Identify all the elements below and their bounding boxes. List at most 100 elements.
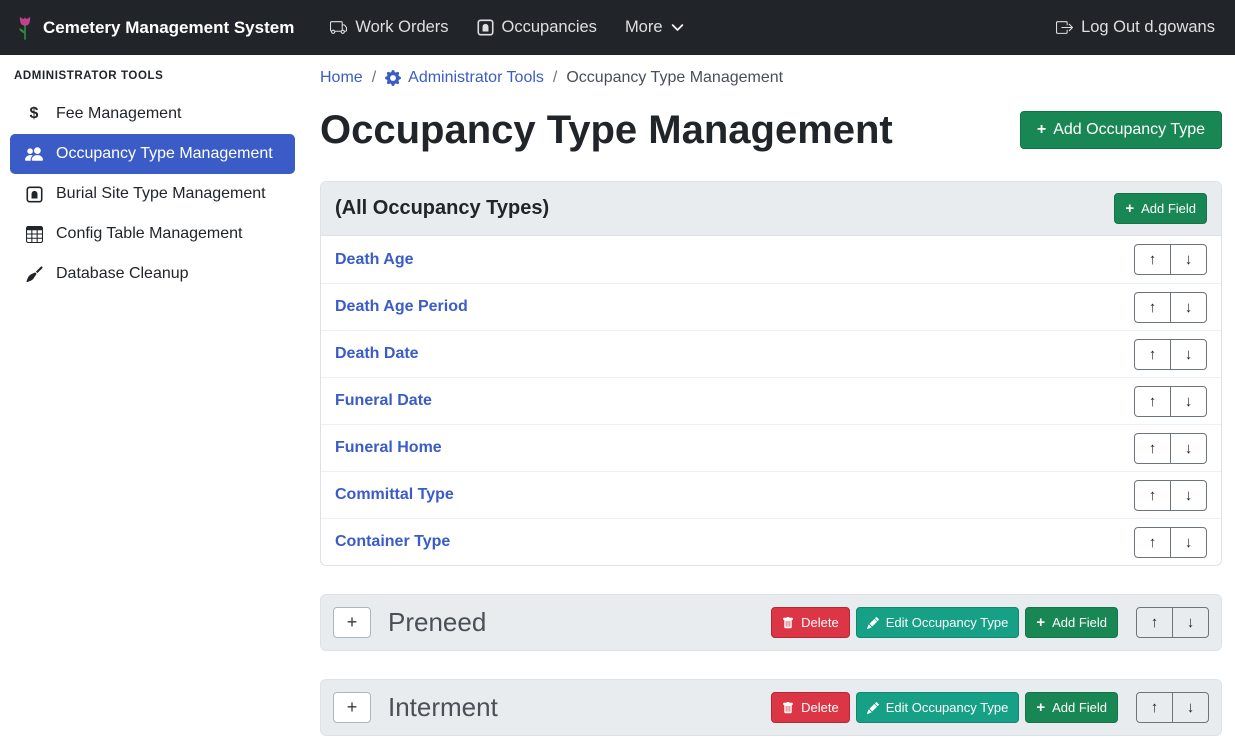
move-up-button[interactable]: ↑ (1136, 607, 1173, 638)
move-down-button[interactable]: ↓ (1170, 339, 1207, 370)
breadcrumb-admin-tools[interactable]: Administrator Tools (385, 69, 544, 87)
move-down-button[interactable]: ↓ (1170, 244, 1207, 275)
pencil-icon (867, 617, 879, 629)
logout-icon (1056, 19, 1073, 36)
move-up-button[interactable]: ↑ (1134, 386, 1171, 417)
arrow-down-icon: ↓ (1185, 251, 1193, 268)
arrow-down-icon: ↓ (1185, 440, 1193, 457)
plus-icon: + (1036, 615, 1045, 630)
pencil-icon (867, 702, 879, 714)
breadcrumb-separator: / (372, 69, 376, 87)
sidebar-item-config-table-management[interactable]: Config Table Management (10, 214, 295, 254)
app-title: Cemetery Management System (43, 18, 294, 38)
delete-occupancy-type-button[interactable]: Delete (771, 692, 850, 723)
all-types-header: (All Occupancy Types) + Add Field (321, 182, 1221, 236)
nav-occupancies[interactable]: Occupancies (463, 10, 611, 45)
move-down-button[interactable]: ↓ (1170, 527, 1207, 558)
move-up-button[interactable]: ↑ (1136, 692, 1173, 723)
field-row: Death Age Period ↑ ↓ (321, 283, 1221, 330)
trash-icon (782, 702, 794, 714)
add-field-label: Add Field (1052, 615, 1107, 630)
add-field-button[interactable]: + Add Field (1025, 692, 1118, 723)
reorder-buttons: ↑ ↓ (1134, 339, 1207, 370)
sidebar-item-label: Config Table Management (56, 225, 243, 243)
move-down-button[interactable]: ↓ (1170, 433, 1207, 464)
breadcrumb-separator: / (553, 69, 557, 87)
reorder-buttons: ↑ ↓ (1134, 480, 1207, 511)
arrow-up-icon: ↑ (1149, 534, 1157, 551)
arrow-up-icon: ↑ (1149, 346, 1157, 363)
expand-button[interactable]: + (333, 692, 371, 723)
gear-icon (385, 70, 401, 86)
add-field-button[interactable]: + Add Field (1114, 193, 1207, 224)
move-down-button[interactable]: ↓ (1170, 386, 1207, 417)
move-up-button[interactable]: ↑ (1134, 339, 1171, 370)
field-link[interactable]: Committal Type (335, 486, 454, 504)
field-list: Death Age ↑ ↓ Death Age Period ↑ ↓ Death… (321, 236, 1221, 565)
add-field-button[interactable]: + Add Field (1025, 607, 1118, 638)
breadcrumb-home[interactable]: Home (320, 69, 363, 87)
plus-icon: + (1125, 201, 1134, 216)
move-up-button[interactable]: ↑ (1134, 480, 1171, 511)
field-link[interactable]: Death Age (335, 251, 414, 269)
add-occupancy-type-button[interactable]: + Add Occupancy Type (1020, 111, 1222, 149)
logout-label: Log Out d.gowans (1081, 18, 1215, 37)
move-up-button[interactable]: ↑ (1134, 244, 1171, 275)
users-icon (23, 145, 45, 163)
reorder-buttons: ↑ ↓ (1134, 433, 1207, 464)
table-icon (23, 226, 45, 243)
breadcrumb-admin-tools-label: Administrator Tools (408, 69, 544, 87)
nav-more[interactable]: More (611, 10, 698, 45)
arrow-down-icon: ↓ (1185, 534, 1193, 551)
main-content: Home / Administrator Tools / Occupancy T… (305, 55, 1235, 738)
card-title: (All Occupancy Types) (335, 197, 549, 220)
arrow-up-icon: ↑ (1149, 393, 1157, 410)
nav-occupancies-label: Occupancies (502, 18, 597, 37)
sidebar-item-label: Occupancy Type Management (56, 145, 273, 163)
field-link[interactable]: Funeral Home (335, 439, 442, 457)
arrow-down-icon: ↓ (1187, 699, 1195, 716)
all-occupancy-types-card: (All Occupancy Types) + Add Field Death … (320, 181, 1222, 566)
field-row: Death Age ↑ ↓ (321, 236, 1221, 283)
nav-work-orders-label: Work Orders (355, 18, 448, 37)
expand-button[interactable]: + (333, 607, 371, 638)
field-link[interactable]: Container Type (335, 533, 450, 551)
app-brand[interactable]: Cemetery Management System (16, 15, 294, 41)
admin-tools-sidebar: ADMINISTRATOR TOOLS $ Fee Management Occ… (0, 55, 305, 738)
delete-label: Delete (801, 700, 839, 715)
move-down-button[interactable]: ↓ (1172, 692, 1209, 723)
field-row: Funeral Date ↑ ↓ (321, 377, 1221, 424)
field-link[interactable]: Death Age Period (335, 298, 468, 316)
arrow-up-icon: ↑ (1149, 299, 1157, 316)
section-title: Preneed (388, 607, 486, 638)
sidebar-item-database-cleanup[interactable]: Database Cleanup (10, 254, 295, 294)
sidebar-item-burial-site-type-management[interactable]: Burial Site Type Management (10, 174, 295, 214)
edit-occupancy-type-button[interactable]: Edit Occupancy Type (856, 607, 1020, 638)
field-link[interactable]: Death Date (335, 345, 419, 363)
move-down-button[interactable]: ↓ (1170, 480, 1207, 511)
delete-occupancy-type-button[interactable]: Delete (771, 607, 850, 638)
dollar-icon: $ (23, 105, 45, 123)
logout-link[interactable]: Log Out d.gowans (1042, 10, 1219, 45)
sidebar-item-fee-management[interactable]: $ Fee Management (10, 94, 295, 134)
title-row: Occupancy Type Management + Add Occupanc… (320, 103, 1222, 157)
edit-occupancy-type-button[interactable]: Edit Occupancy Type (856, 692, 1020, 723)
reorder-buttons: ↑ ↓ (1134, 244, 1207, 275)
sidebar-item-label: Fee Management (56, 105, 181, 123)
move-up-button[interactable]: ↑ (1134, 433, 1171, 464)
monument-icon (477, 19, 494, 36)
field-row: Committal Type ↑ ↓ (321, 471, 1221, 518)
sidebar-item-occupancy-type-management[interactable]: Occupancy Type Management (10, 134, 295, 174)
move-up-button[interactable]: ↑ (1134, 292, 1171, 323)
primary-nav: Work Orders Occupancies More (316, 10, 697, 45)
field-link[interactable]: Funeral Date (335, 392, 432, 410)
plus-icon: + (347, 612, 358, 633)
nav-work-orders[interactable]: Work Orders (316, 10, 462, 45)
section-title: Interment (388, 692, 498, 723)
reorder-buttons: ↑ ↓ (1134, 527, 1207, 558)
arrow-down-icon: ↓ (1185, 487, 1193, 504)
move-down-button[interactable]: ↓ (1172, 607, 1209, 638)
plus-icon: + (1036, 700, 1045, 715)
move-up-button[interactable]: ↑ (1134, 527, 1171, 558)
move-down-button[interactable]: ↓ (1170, 292, 1207, 323)
